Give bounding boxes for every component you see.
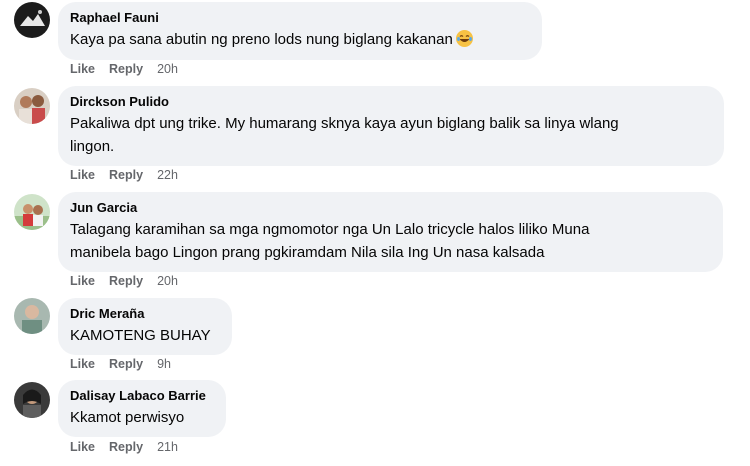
avatar[interactable] <box>14 298 50 334</box>
comment-text: Talagang karamihan sa mga ngmomotor nga … <box>70 221 590 261</box>
like-button[interactable]: Like <box>70 357 95 371</box>
avatar[interactable] <box>14 382 50 418</box>
like-button[interactable]: Like <box>70 62 95 76</box>
avatar[interactable] <box>14 194 50 230</box>
comment-bubble: Jun Garcia Talagang karamihan sa mga ngm… <box>58 192 723 272</box>
comment-text: KAMOTENG BUHAY <box>70 327 211 344</box>
comment-bubble: Raphael Fauni Kaya pa sana abutin ng pre… <box>58 2 542 60</box>
comment-actions: Like Reply 21h <box>70 440 178 454</box>
reply-button[interactable]: Reply <box>109 168 143 182</box>
avatar[interactable] <box>14 2 50 38</box>
avatar[interactable] <box>14 88 50 124</box>
comment-timestamp[interactable]: 9h <box>157 357 171 371</box>
laughing-tears-emoji-icon <box>455 30 473 47</box>
comment-timestamp[interactable]: 20h <box>157 62 178 76</box>
comment-bubble: Dirckson Pulido Pakaliwa dpt ung trike. … <box>58 86 724 166</box>
comment-text: Pakaliwa dpt ung trike. My humarang skny… <box>70 115 619 155</box>
comment-actions: Like Reply 20h <box>70 62 178 76</box>
reply-button[interactable]: Reply <box>109 62 143 76</box>
comment-actions: Like Reply 9h <box>70 357 171 371</box>
comment-actions: Like Reply 22h <box>70 168 178 182</box>
comment-author[interactable]: Dric Meraña <box>70 306 220 322</box>
reply-button[interactable]: Reply <box>109 440 143 454</box>
comment-bubble: Dalisay Labaco Barrie Kkamot perwisyo <box>58 380 226 437</box>
comment-author[interactable]: Dirckson Pulido <box>70 94 712 110</box>
like-button[interactable]: Like <box>70 274 95 288</box>
comment-author[interactable]: Dalisay Labaco Barrie <box>70 388 214 404</box>
comment-timestamp[interactable]: 20h <box>157 274 178 288</box>
comment-timestamp[interactable]: 21h <box>157 440 178 454</box>
comment-text: Kkamot perwisyo <box>70 409 185 426</box>
reply-button[interactable]: Reply <box>109 274 143 288</box>
reply-button[interactable]: Reply <box>109 357 143 371</box>
like-button[interactable]: Like <box>70 168 95 182</box>
comment-author[interactable]: Jun Garcia <box>70 200 711 216</box>
comment-author[interactable]: Raphael Fauni <box>70 10 530 26</box>
comment-text: Kaya pa sana abutin ng preno lods nung b… <box>70 28 530 51</box>
comment-actions: Like Reply 20h <box>70 274 178 288</box>
like-button[interactable]: Like <box>70 440 95 454</box>
comment-bubble: Dric Meraña KAMOTENG BUHAY <box>58 298 232 355</box>
comment-timestamp[interactable]: 22h <box>157 168 178 182</box>
